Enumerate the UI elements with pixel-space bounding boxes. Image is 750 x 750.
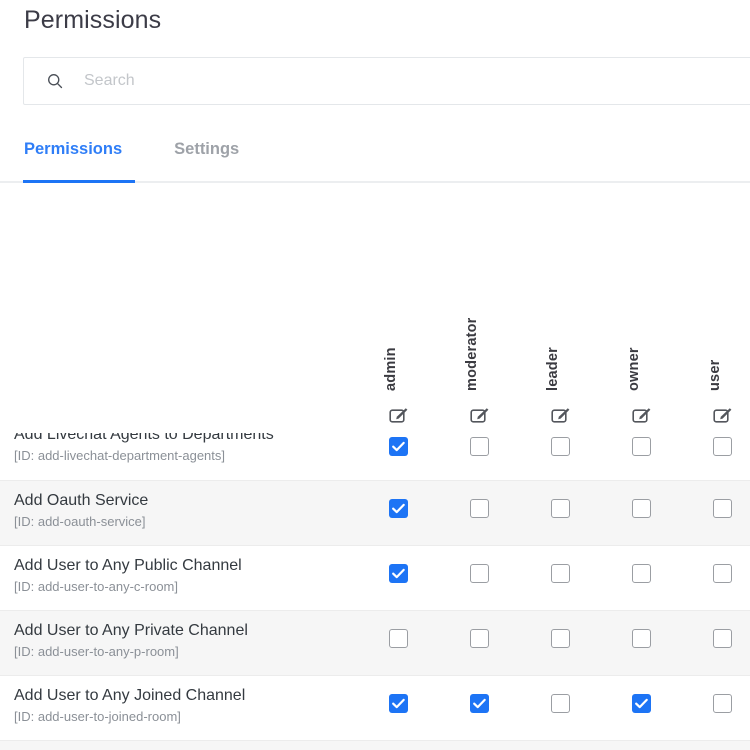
permission-checkbox-owner[interactable] — [632, 629, 651, 648]
permission-id: [ID: add-livechat-department-agents] — [14, 448, 225, 463]
table-row: Add User to Any Joined Channel [ID: add-u… — [0, 675, 750, 740]
permission-checkbox-user[interactable] — [713, 437, 732, 456]
permission-checkbox-leader[interactable] — [551, 437, 570, 456]
permission-title: Add User to Any Public Channel — [14, 557, 242, 574]
permission-checkbox-owner[interactable] — [632, 437, 651, 456]
permission-id: [ID: add-oauth-service] — [14, 514, 146, 529]
permission-checkbox-moderator[interactable] — [470, 694, 489, 713]
edit-pencil-icon[interactable] — [469, 405, 491, 427]
permission-checkbox-leader[interactable] — [551, 564, 570, 583]
permission-labels: Add Oauth Service [ID: add-oauth-service] — [14, 490, 364, 531]
table-row: Add Livechat Agents to Departments [ID: a… — [0, 433, 750, 480]
permission-id: [ID: add-user-to-any-c-room] — [14, 579, 178, 594]
edit-pencil-icon[interactable] — [388, 405, 410, 427]
edit-pencil-icon[interactable] — [631, 405, 653, 427]
permission-checkbox-owner[interactable] — [632, 499, 651, 518]
permission-checkbox-user[interactable] — [713, 629, 732, 648]
permission-checkbox-admin[interactable] — [389, 499, 408, 518]
column-header-label: moderator — [463, 317, 480, 391]
next-table-row-partial — [0, 740, 750, 750]
column-header-label: admin — [382, 347, 399, 391]
permission-checkbox-user[interactable] — [713, 564, 732, 583]
table-header-row: admin moderator leader owner user — [0, 196, 750, 433]
column-header-label: user — [706, 359, 723, 391]
tab-permissions[interactable]: Permissions — [24, 130, 122, 173]
search-input[interactable] — [82, 58, 750, 104]
column-header-label: leader — [544, 347, 561, 391]
page-title: Permissions — [24, 6, 162, 34]
permission-checkbox-user[interactable] — [713, 694, 732, 713]
tab-settings[interactable]: Settings — [174, 130, 239, 173]
column-header-owner: owner — [612, 196, 672, 433]
permission-title: Add User to Any Joined Channel — [14, 687, 246, 704]
permission-checkbox-admin[interactable] — [389, 564, 408, 583]
permission-title: Add Livechat Agents to Departments — [14, 433, 274, 443]
column-header-moderator: moderator — [450, 196, 510, 433]
permission-checkbox-moderator[interactable] — [470, 499, 489, 518]
permission-labels: Add User to Any Public Channel [ID: add-u… — [14, 555, 364, 596]
permission-id: [ID: add-user-to-joined-room] — [14, 709, 181, 724]
permission-checkbox-leader[interactable] — [551, 694, 570, 713]
permission-labels: Add User to Any Joined Channel [ID: add-u… — [14, 685, 364, 726]
permission-checkbox-leader[interactable] — [551, 629, 570, 648]
permission-id: [ID: add-user-to-any-p-room] — [14, 644, 179, 659]
permission-checkbox-owner[interactable] — [632, 694, 651, 713]
tab-bar: Permissions Settings — [0, 130, 750, 180]
search-bar[interactable] — [23, 57, 750, 105]
tab-active-indicator — [23, 180, 135, 183]
column-header-leader: leader — [531, 196, 591, 433]
permission-title: Add User to Any Private Channel — [14, 622, 248, 639]
permission-checkbox-moderator[interactable] — [470, 437, 489, 456]
table-body: Add Livechat Agents to Departments [ID: a… — [0, 433, 750, 740]
column-header-label: owner — [625, 347, 642, 391]
permission-checkbox-admin[interactable] — [389, 437, 408, 456]
permission-checkbox-moderator[interactable] — [470, 629, 489, 648]
edit-pencil-icon[interactable] — [550, 405, 572, 427]
permissions-table: admin moderator leader owner user Add Livech… — [0, 196, 750, 750]
permissions-admin-page: Permissions Permissions Settings admin mo… — [0, 0, 750, 750]
permission-checkbox-admin[interactable] — [389, 629, 408, 648]
permission-checkbox-leader[interactable] — [551, 499, 570, 518]
table-row: Add User to Any Private Channel [ID: add-… — [0, 610, 750, 675]
table-row: Add Oauth Service [ID: add-oauth-service] — [0, 480, 750, 545]
column-header-admin: admin — [369, 196, 429, 433]
table-row: Add User to Any Public Channel [ID: add-u… — [0, 545, 750, 610]
edit-pencil-icon[interactable] — [712, 405, 734, 427]
column-header-user: user — [693, 196, 750, 433]
permission-checkbox-admin[interactable] — [389, 694, 408, 713]
permission-checkbox-moderator[interactable] — [470, 564, 489, 583]
permission-checkbox-owner[interactable] — [632, 564, 651, 583]
permission-title: Add Oauth Service — [14, 492, 149, 509]
search-icon — [48, 74, 63, 89]
permission-labels: Add User to Any Private Channel [ID: add-… — [14, 620, 364, 661]
permission-labels: Add Livechat Agents to Departments [ID: a… — [14, 433, 364, 465]
permission-checkbox-user[interactable] — [713, 499, 732, 518]
